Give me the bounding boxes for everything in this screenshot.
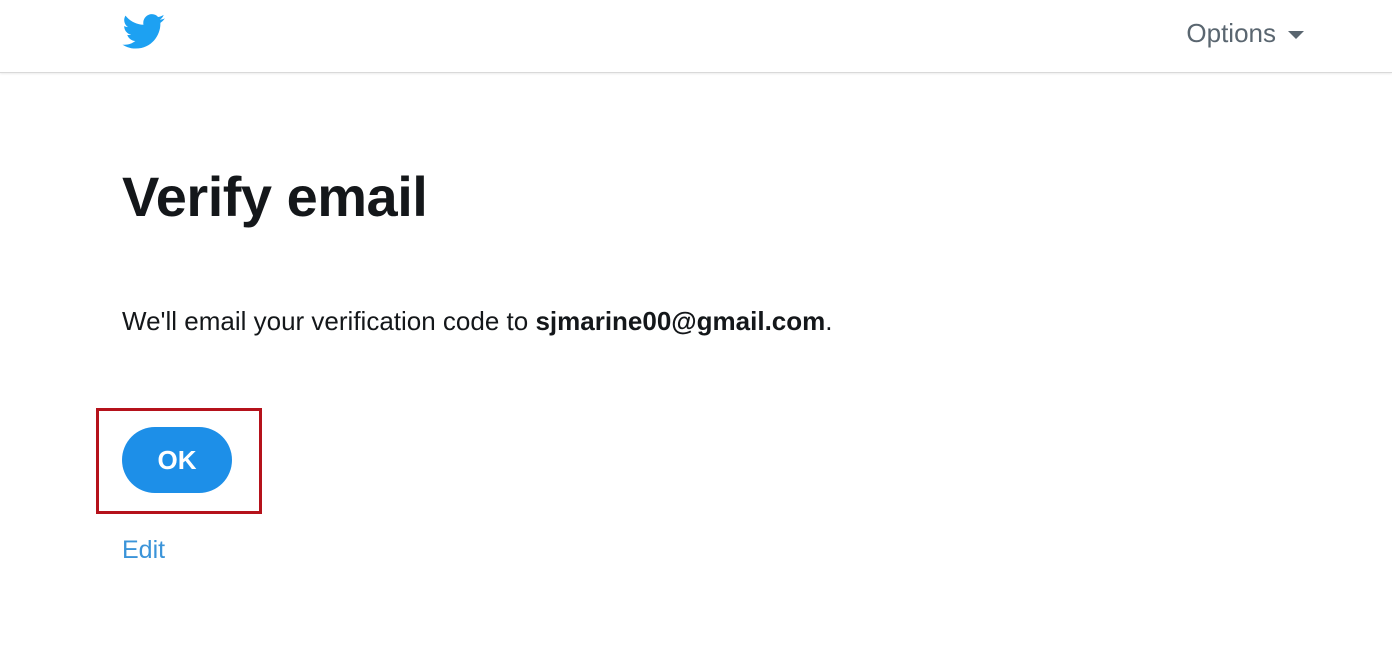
verification-message: We'll email your verification code to sj…: [122, 306, 832, 337]
caret-down-icon: [1288, 30, 1304, 39]
top-navigation-bar: Options: [0, 0, 1392, 73]
options-label: Options: [1186, 18, 1276, 48]
twitter-bird-icon[interactable]: [122, 14, 166, 50]
options-dropdown[interactable]: Options: [1186, 18, 1304, 49]
edit-link[interactable]: Edit: [122, 536, 165, 565]
message-suffix: .: [825, 306, 833, 336]
email-address: sjmarine00@gmail.com: [535, 306, 826, 336]
ok-button[interactable]: OK: [122, 427, 232, 493]
message-prefix: We'll email your verification code to: [122, 306, 536, 336]
page-title: Verify email: [122, 165, 428, 228]
